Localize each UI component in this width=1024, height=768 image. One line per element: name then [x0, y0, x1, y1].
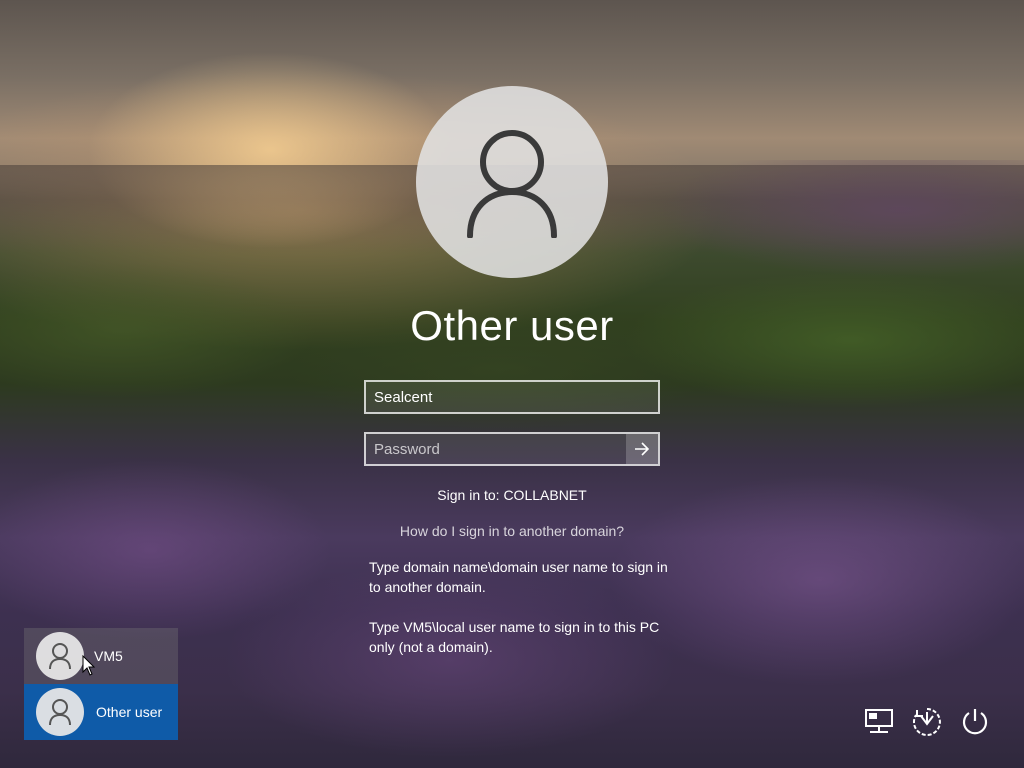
power-button[interactable] — [958, 705, 992, 739]
username-field[interactable]: Sealcent — [364, 380, 660, 414]
user-tile-vm5[interactable]: VM5 — [24, 628, 178, 684]
user-icon — [49, 643, 71, 670]
user-tile-avatar — [36, 632, 84, 680]
user-tile-avatar — [36, 688, 84, 736]
another-domain-help-link[interactable]: How do I sign in to another domain? — [0, 523, 1024, 539]
selected-user-name: Other user — [410, 302, 614, 349]
submit-button[interactable] — [626, 434, 658, 464]
user-tile-other-user[interactable]: Other user — [24, 684, 178, 740]
mouse-cursor-icon — [82, 655, 96, 676]
arrow-right-icon — [635, 442, 650, 456]
lock-screen: Other user Sealcent Password Sign in to:… — [0, 0, 1024, 768]
network-button[interactable] — [863, 705, 897, 739]
user-tile-label: Other user — [96, 704, 163, 720]
local-user-help-text: Type VM5\local user name to sign in to t… — [369, 619, 660, 655]
user-avatar — [416, 86, 608, 278]
network-icon — [865, 709, 893, 733]
username-value: Sealcent — [374, 388, 433, 406]
ease-of-access-button[interactable] — [910, 705, 944, 739]
password-placeholder: Password — [374, 440, 440, 458]
password-field[interactable]: Password — [364, 432, 660, 466]
user-tile-label: VM5 — [94, 648, 123, 664]
ease-of-access-icon — [913, 708, 941, 736]
power-icon — [962, 709, 988, 735]
user-icon — [467, 130, 557, 238]
user-icon — [49, 699, 71, 726]
sign-in-domain-text: Sign in to: COLLABNET — [437, 487, 587, 503]
domain-help-text: Type domain name\domain user name to sig… — [369, 559, 668, 595]
